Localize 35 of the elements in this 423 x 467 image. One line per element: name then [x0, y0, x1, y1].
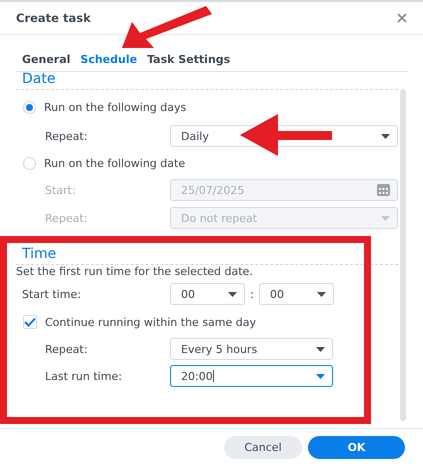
field-label: Start:	[44, 184, 77, 196]
tab[interactable]: Task Settings	[145, 45, 236, 67]
ok-button[interactable]: OK	[308, 436, 405, 459]
dropdown[interactable]: Every 5 hours	[170, 338, 333, 360]
caret-icon	[228, 292, 237, 296]
section-heading: Date	[16, 72, 398, 90]
dropdown[interactable]: 00	[170, 283, 245, 305]
field-label: Repeat:	[44, 342, 88, 356]
calendar-icon[interactable]	[377, 184, 390, 196]
field-label: Start time:	[22, 288, 82, 300]
tab[interactable]: General	[20, 45, 76, 67]
scrollbar[interactable]	[400, 89, 406, 421]
time-separator: :	[249, 288, 255, 300]
field-label: Repeat:	[44, 130, 88, 142]
field-label: Repeat:	[44, 212, 88, 224]
caret-icon	[316, 374, 325, 378]
radio-button[interactable]	[23, 100, 36, 114]
radio-label: Run on the following date	[44, 156, 186, 170]
caret-icon	[381, 134, 390, 138]
caret-icon	[316, 346, 325, 352]
dropdown[interactable]: 20:00	[170, 365, 333, 387]
section-heading: Time	[16, 247, 398, 265]
checkbox-label: Continue running within the same day	[45, 316, 256, 328]
field-label: Last run time:	[44, 370, 123, 382]
dropdown[interactable]: 00	[259, 283, 334, 305]
hint-text: Set the first run time for the selected date.	[16, 265, 254, 278]
tab[interactable]: Schedule	[78, 45, 144, 67]
radio-button[interactable]	[23, 156, 36, 170]
close-icon[interactable]	[397, 13, 407, 23]
radio-label: Run on the following days	[44, 100, 186, 114]
window-title: Create task	[16, 11, 91, 25]
cancel-button[interactable]: Cancel	[224, 436, 302, 459]
checkbox[interactable]	[23, 315, 37, 329]
caret-icon	[317, 292, 326, 296]
caret-icon	[381, 216, 390, 220]
